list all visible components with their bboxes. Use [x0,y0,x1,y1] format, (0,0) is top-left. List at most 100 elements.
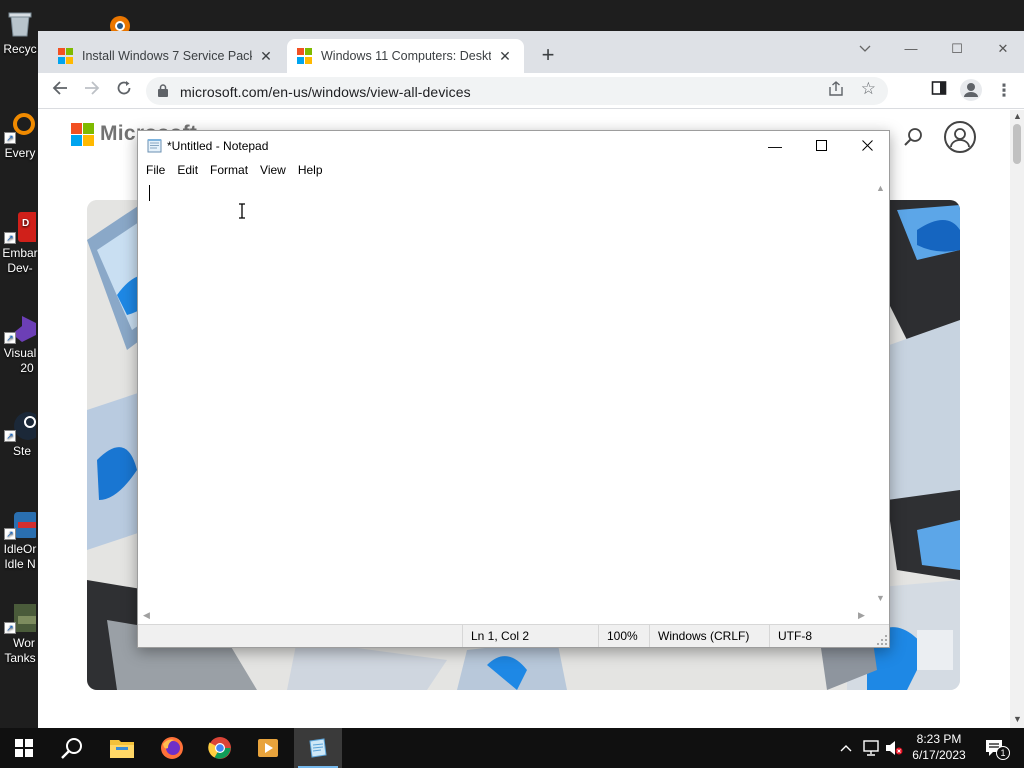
notepad-title-bar[interactable]: *Untitled - Notepad — [138,131,889,161]
desktop-icon-label-line1: Visual [3,346,37,360]
forward-arrow-icon [85,81,100,95]
minimize-button[interactable]: — [888,35,934,63]
desktop-icon-everything[interactable]: ↗ Every [0,112,40,161]
desktop-icon-idle-game[interactable]: ↗ IdleOr Idle N [0,508,40,572]
scroll-up-arrow-icon[interactable]: ▲ [1013,111,1022,121]
firefox-icon [161,737,183,759]
close-icon: ✕ [997,41,1009,56]
scroll-up-arrow-icon[interactable]: ▲ [876,183,885,193]
blender-icon[interactable] [100,10,134,36]
show-hidden-icons-button[interactable] [836,728,856,768]
network-status-button[interactable] [860,728,882,768]
desktop-icon-label-line2: Dev- [7,261,33,275]
tab-install-windows-7[interactable]: Install Windows 7 Service Pack 1 ✕ [48,39,284,73]
microsoft-logo[interactable] [71,123,94,146]
page-scrollbar[interactable]: ▲ ▼ [1010,110,1024,728]
resize-grip-icon[interactable] [877,635,887,645]
desktop-icon-embarcadero[interactable]: D ↗ Embar Dev- [0,212,40,276]
shortcut-arrow-icon: ↗ [4,232,16,244]
scroll-left-arrow-icon[interactable]: ◀ [143,610,150,621]
minimize-icon: — [768,138,782,154]
scroll-right-arrow-icon[interactable]: ▶ [858,610,865,621]
menu-edit[interactable]: Edit [171,161,204,181]
maximize-icon: ☐ [951,41,963,56]
notepad-window-title: *Untitled - Notepad [167,139,269,153]
taskbar-file-explorer[interactable] [98,728,146,768]
bookmark-star-icon[interactable]: ☆ [861,79,876,99]
taskbar-firefox[interactable] [148,728,196,768]
system-clock[interactable]: 8:23 PM 6/17/2023 [905,731,973,763]
notepad-menu-bar: File Edit Format View Help [138,161,889,181]
url-text: microsoft.com/en-us/windows/view-all-dev… [180,84,471,100]
reload-button[interactable] [112,79,136,103]
notepad-vertical-scrollbar[interactable]: ▲ ▼ [872,181,889,607]
scroll-down-arrow-icon[interactable]: ▼ [876,593,885,603]
search-icon[interactable] [904,127,924,147]
windows-start-icon [15,739,33,757]
tab-strip: Install Windows 7 Service Pack 1 ✕ Windo… [38,31,1024,73]
taskbar-chrome[interactable] [196,728,244,768]
notepad-status-bar: Ln 1, Col 2 100% Windows (CRLF) UTF-8 [138,624,889,647]
forward-button[interactable] [80,79,104,103]
desktop-icon-visual-studio[interactable]: ↗ Visual 20 [0,312,40,376]
status-line-ending: Windows (CRLF) [649,625,769,647]
clock-time: 8:23 PM [916,732,962,746]
maximize-button[interactable]: ☐ [934,35,980,63]
shortcut-arrow-icon: ↗ [4,622,16,634]
notepad-icon [309,738,327,758]
tab-search-button[interactable] [842,35,888,63]
text-caret [149,185,150,201]
menu-view[interactable]: View [254,161,292,181]
maximize-icon [815,140,827,151]
share-icon[interactable] [828,81,844,100]
reload-icon [117,81,131,95]
scrollbar-thumb[interactable] [1013,124,1021,164]
menu-file[interactable]: File [140,161,171,181]
profile-avatar-icon [960,79,982,101]
chrome-menu-button[interactable]: ⋮ [992,79,1016,103]
volume-button[interactable] [884,728,904,768]
taskbar-search-button[interactable] [48,728,96,768]
everything-search-icon: ↗ [4,112,36,144]
shortcut-arrow-icon: ↗ [4,332,16,344]
scroll-down-arrow-icon[interactable]: ▼ [1013,714,1022,724]
status-zoom-level: 100% [598,625,649,647]
desktop-icon-steam[interactable]: ↗ Ste [0,410,42,459]
start-button[interactable] [0,728,48,768]
taskbar-media-player[interactable] [244,728,292,768]
notepad-minimize-button[interactable]: — [752,131,798,161]
desktop-icon-label-line2: Tanks [4,651,36,665]
profile-button[interactable] [959,79,983,103]
tab-close-icon[interactable]: ✕ [258,48,274,65]
address-bar[interactable]: microsoft.com/en-us/windows/view-all-dev… [146,77,888,105]
menu-format[interactable]: Format [204,161,254,181]
account-avatar-icon[interactable] [944,121,976,153]
desktop-icon-label-line1: Embar [2,246,38,260]
action-center-button[interactable]: 1 [980,728,1010,768]
side-panel-icon [931,81,947,95]
notepad-maximize-button[interactable] [798,131,844,161]
file-explorer-icon [110,740,134,758]
desktop-icon-label: Ste [12,444,31,458]
side-panel-button[interactable] [927,79,951,103]
close-icon [861,140,873,151]
shortcut-arrow-icon: ↗ [4,430,16,442]
status-encoding: UTF-8 [769,625,887,647]
tab-close-icon[interactable]: ✕ [497,48,513,65]
desktop-icon-recycle-bin[interactable]: Recyc [0,8,40,57]
notepad-horizontal-scrollbar[interactable]: ◀ ▶ [138,607,872,624]
new-tab-button[interactable]: + [536,44,560,68]
desktop-icon-world-of-tanks[interactable]: ↗ Wor Tanks [0,602,40,666]
tab-title: Windows 11 Computers: Desktop [321,49,491,63]
close-button[interactable]: ✕ [980,35,1024,63]
desktop-icon-label-line2: Idle N [4,557,36,571]
network-icon [863,740,879,756]
taskbar-notepad[interactable] [294,728,342,768]
back-button[interactable] [48,79,72,103]
tab-windows-11-computers[interactable]: Windows 11 Computers: Desktop ✕ [287,39,524,73]
clock-date: 6/17/2023 [912,748,966,762]
notepad-close-button[interactable] [844,131,890,161]
volume-muted-icon [886,741,903,755]
notepad-text-area[interactable] [138,181,889,607]
menu-help[interactable]: Help [292,161,329,181]
